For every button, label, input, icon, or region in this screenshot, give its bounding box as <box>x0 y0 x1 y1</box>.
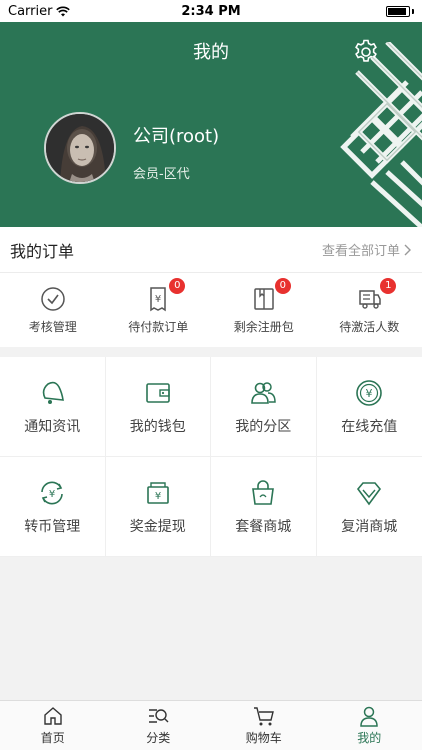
order-item-registration-packages[interactable]: 0 剩余注册包 <box>211 273 317 347</box>
grid-item-wallet[interactable]: 我的钱包 <box>105 357 211 457</box>
check-circle-icon <box>41 286 65 311</box>
order-item-assessment[interactable]: 考核管理 <box>0 273 106 347</box>
order-item-label: 剩余注册包 <box>233 319 294 334</box>
grid-item-package-mall[interactable]: 套餐商城 <box>211 457 317 557</box>
currency-exchange-icon: ¥ <box>41 481 64 504</box>
diamond-icon <box>357 481 382 505</box>
order-item-pending-payment[interactable]: ¥ 0 待付款订单 <box>106 273 212 347</box>
order-item-pending-activation[interactable]: 1 待激活人数 <box>317 273 422 347</box>
cash-withdraw-icon: ¥ <box>146 481 169 504</box>
grid-item-withdraw[interactable]: ¥ 奖金提现 <box>105 457 211 557</box>
tab-label: 首页 <box>40 731 65 745</box>
bell-icon <box>42 381 65 404</box>
profile-header: 我的 公司(root) 会员-区代 <box>0 22 422 227</box>
home-icon <box>44 707 62 725</box>
feature-grid: 通知资讯 我的钱包 我的分区 ¥ 在线充值 ¥ 转币管理 ¥ 奖金提现 套餐商城… <box>0 357 422 557</box>
cart-icon <box>253 707 274 726</box>
tab-bar: 首页 分类 购物车 我的 <box>0 700 422 750</box>
orders-title: 我的订单 <box>10 241 75 261</box>
user-icon <box>360 706 379 727</box>
tab-label: 购物车 <box>245 731 282 745</box>
orders-header: 我的订单 查看全部订单 <box>0 227 422 273</box>
tab-label: 我的 <box>357 731 382 745</box>
status-time: 2:34 PM <box>181 3 241 19</box>
status-bar: Carrier 2:34 PM <box>0 0 422 22</box>
grid-item-repurchase-mall[interactable]: 复消商城 <box>316 457 422 557</box>
view-all-orders-label: 查看全部订单 <box>321 244 400 259</box>
grid-item-label: 我的分区 <box>235 418 292 435</box>
orders-section: 我的订单 查看全部订单 考核管理 ¥ 0 待付款订单 0 剩余注册包 1 待激活… <box>0 227 422 347</box>
svg-text:¥: ¥ <box>155 491 161 502</box>
grid-item-label: 奖金提现 <box>129 518 186 535</box>
member-level: 会员-区代 <box>133 167 190 182</box>
grid-item-label: 转币管理 <box>24 518 81 535</box>
username: 公司(root) <box>133 126 220 147</box>
grid-item-label: 套餐商城 <box>235 518 292 535</box>
tab-category[interactable]: 分类 <box>106 701 212 750</box>
avatar-photo <box>46 114 114 182</box>
shopping-bag-icon <box>252 479 275 505</box>
chevron-right-icon <box>404 244 411 255</box>
grid-item-label: 在线充值 <box>341 418 398 435</box>
grid-item-recharge[interactable]: ¥ 在线充值 <box>316 357 422 457</box>
grid-item-my-zone[interactable]: 我的分区 <box>211 357 317 457</box>
tab-me[interactable]: 我的 <box>317 701 422 750</box>
notification-badge: 0 <box>169 277 186 294</box>
order-item-label: 待付款订单 <box>128 319 189 334</box>
delivery-truck-icon <box>359 289 381 309</box>
yuan-coin-icon: ¥ <box>356 379 383 406</box>
package-book-icon <box>254 287 274 310</box>
tab-home[interactable]: 首页 <box>0 701 106 750</box>
grid-item-notifications[interactable]: 通知资讯 <box>0 357 106 457</box>
order-item-label: 考核管理 <box>28 319 77 334</box>
grid-item-label: 我的钱包 <box>129 418 186 435</box>
users-icon <box>251 381 277 404</box>
grid-item-label: 通知资讯 <box>24 418 81 435</box>
payment-receipt-icon: ¥ <box>150 286 166 311</box>
svg-text:¥: ¥ <box>366 387 373 400</box>
notification-badge: 0 <box>274 277 291 294</box>
orders-row: 考核管理 ¥ 0 待付款订单 0 剩余注册包 1 待激活人数 <box>0 273 422 347</box>
chinese-knot-decoration <box>340 42 422 227</box>
svg-text:¥: ¥ <box>49 489 55 500</box>
category-search-icon <box>149 709 169 723</box>
notification-badge: 1 <box>380 277 397 294</box>
wallet-icon <box>145 382 170 403</box>
order-item-label: 待激活人数 <box>339 319 400 334</box>
tab-label: 分类 <box>146 731 171 745</box>
grid-item-transfer[interactable]: ¥ 转币管理 <box>0 457 106 557</box>
svg-text:¥: ¥ <box>155 294 161 305</box>
view-all-orders-link[interactable]: 查看全部订单 <box>322 240 412 259</box>
tab-cart[interactable]: 购物车 <box>211 701 317 750</box>
grid-item-label: 复消商城 <box>341 518 398 535</box>
avatar[interactable] <box>44 112 116 184</box>
